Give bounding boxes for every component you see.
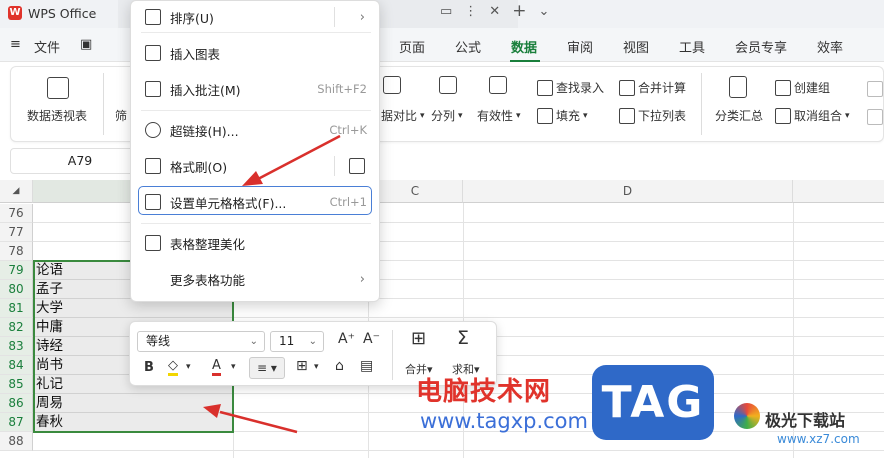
watermark-title: 电脑技术网 [416,377,552,407]
watermark-site-name: 极光下载站 [765,411,846,430]
watermark-site-url: www.xz7.com [777,432,860,446]
watermark-url: www.tagxp.com [420,409,588,433]
arrow-to-format-cells [242,134,341,186]
arrow-to-selection [203,404,298,434]
aurora-logo-icon [734,403,760,429]
watermark-tag-logo: TAG [592,365,714,440]
watermark: 电脑技术网 www.tagxp.com TAG 极光下载站 www.xz7.co… [416,365,884,458]
